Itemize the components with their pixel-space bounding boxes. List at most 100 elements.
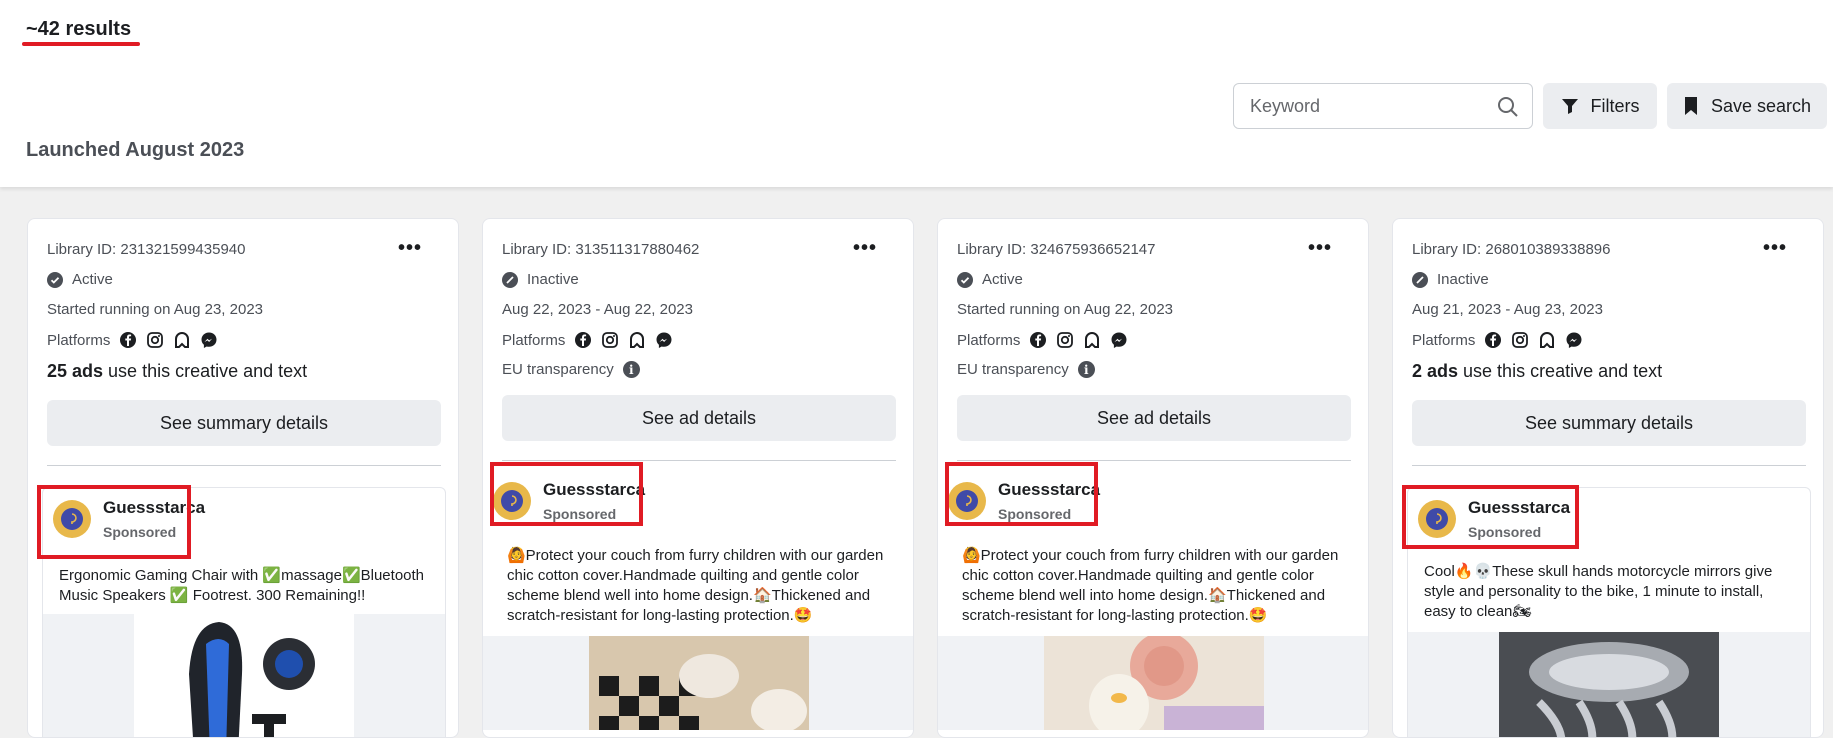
- motorcycle-mirror-image: [1499, 632, 1719, 737]
- library-id: Library ID: 324675936652147: [957, 241, 1156, 258]
- keyword-search-box[interactable]: [1233, 83, 1533, 129]
- eu-transparency-row: EU transparency i: [957, 361, 1095, 378]
- ad-card: Library ID: 231321599435940 ••• Active S…: [27, 218, 459, 738]
- messenger-icon: [1566, 332, 1582, 348]
- see-summary-details-button[interactable]: See summary details: [1412, 400, 1806, 446]
- check-icon: [957, 271, 973, 288]
- messenger-icon: [1111, 332, 1127, 348]
- eu-transparency-row: EU transparency i: [502, 361, 640, 378]
- highlight-box: [490, 462, 643, 526]
- more-icon[interactable]: •••: [398, 238, 422, 258]
- divider: [502, 460, 896, 461]
- header-bar: ~42 results Launched August 2023 Filters…: [0, 0, 1833, 187]
- instagram-icon: [1057, 332, 1074, 348]
- info-icon[interactable]: i: [622, 361, 640, 378]
- messenger-icon: [656, 332, 672, 348]
- uses-count: 25 ads: [47, 361, 104, 381]
- see-ad-details-button[interactable]: See ad details: [957, 395, 1351, 441]
- ad-media: [1408, 632, 1810, 737]
- bookmark-icon: [1684, 97, 1697, 115]
- save-search-button[interactable]: Save search: [1667, 83, 1827, 129]
- inactive-icon: [1412, 271, 1428, 288]
- highlight-box: [1402, 485, 1579, 549]
- filter-icon: [1561, 99, 1578, 114]
- platforms-row: Platforms: [957, 331, 1128, 349]
- facebook-icon: [575, 332, 592, 348]
- ad-body-text: Ergonomic Gaming Chair with ✅massage✅Blu…: [59, 567, 425, 604]
- run-dates: Aug 22, 2023 - Aug 22, 2023: [502, 301, 693, 318]
- more-icon[interactable]: •••: [1308, 238, 1332, 258]
- status-row: Inactive: [502, 271, 579, 288]
- keyword-input[interactable]: [1248, 84, 1488, 128]
- instagram-icon: [1512, 332, 1529, 348]
- platforms-label: Platforms: [957, 331, 1021, 349]
- see-summary-details-button[interactable]: See summary details: [47, 400, 441, 446]
- highlight-box: [945, 462, 1098, 526]
- status-text: Inactive: [1437, 271, 1489, 288]
- platforms-row: Platforms: [47, 331, 218, 349]
- more-icon[interactable]: •••: [1763, 238, 1787, 258]
- results-highlight-underline: [22, 42, 140, 46]
- uses-creative-text: 25 ads use this creative and text: [47, 361, 307, 382]
- run-dates: Started running on Aug 22, 2023: [957, 301, 1174, 318]
- ad-card: Library ID: 313511317880462 ••• Inactive…: [482, 218, 914, 738]
- facebook-icon: [120, 332, 137, 348]
- platforms-row: Platforms: [502, 331, 673, 349]
- platforms-label: Platforms: [47, 331, 111, 349]
- ad-media: [938, 636, 1368, 730]
- facebook-icon: [1485, 332, 1502, 348]
- filters-button[interactable]: Filters: [1543, 83, 1657, 129]
- ad-card: Library ID: 268010389338896 ••• Inactive…: [1392, 218, 1824, 738]
- divider: [957, 460, 1351, 461]
- divider: [47, 465, 441, 466]
- ad-body-text: Cool🔥💀These skull hands motorcycle mirro…: [1424, 563, 1773, 620]
- filters-label: Filters: [1590, 95, 1640, 116]
- messenger-icon: [201, 332, 217, 348]
- save-search-label: Save search: [1710, 95, 1812, 116]
- audience-network-icon: [175, 331, 190, 348]
- couch-cover-image: [1044, 636, 1264, 730]
- run-dates: Aug 21, 2023 - Aug 23, 2023: [1412, 301, 1603, 318]
- status-row: Active: [957, 271, 1023, 288]
- ad-body-text: 🙆Protect your couch from furry children …: [962, 547, 1339, 624]
- check-icon: [47, 271, 63, 288]
- uses-suffix: use this creative and text: [103, 361, 308, 381]
- status-text: Active: [982, 271, 1023, 288]
- run-dates: Started running on Aug 23, 2023: [47, 301, 264, 318]
- library-id: Library ID: 231321599435940: [47, 241, 246, 258]
- status-row: Inactive: [1412, 271, 1489, 288]
- ad-card: Library ID: 324675936652147 ••• Active S…: [937, 218, 1369, 738]
- uses-suffix: use this creative and text: [1458, 361, 1663, 381]
- status-text: Active: [72, 271, 113, 288]
- platforms-row: Platforms: [1412, 331, 1583, 349]
- library-id: Library ID: 268010389338896: [1412, 241, 1611, 258]
- audience-network-icon: [1085, 331, 1100, 348]
- uses-count: 2 ads: [1412, 361, 1459, 381]
- facebook-icon: [1030, 332, 1047, 348]
- highlight-box: [37, 485, 191, 559]
- audience-network-icon: [630, 331, 645, 348]
- audience-network-icon: [1540, 331, 1555, 348]
- uses-creative-text: 2 ads use this creative and text: [1412, 361, 1662, 382]
- search-icon[interactable]: [1496, 95, 1520, 119]
- eu-transparency-label: EU transparency: [502, 361, 614, 378]
- couch-cover-image: [589, 636, 809, 730]
- eu-transparency-label: EU transparency: [957, 361, 1069, 378]
- ad-media: [43, 614, 445, 737]
- results-count: ~42 results: [26, 18, 132, 40]
- see-ad-details-button[interactable]: See ad details: [502, 395, 896, 441]
- library-id: Library ID: 313511317880462: [502, 241, 700, 258]
- inactive-icon: [502, 271, 518, 288]
- ad-body-text: 🙆Protect your couch from furry children …: [507, 547, 884, 624]
- ad-media: [483, 636, 913, 730]
- launched-heading: Launched August 2023: [26, 139, 245, 161]
- status-row: Active: [47, 271, 113, 288]
- more-icon[interactable]: •••: [853, 238, 877, 258]
- gaming-chair-image: [134, 614, 354, 737]
- info-icon[interactable]: i: [1077, 361, 1095, 378]
- platforms-label: Platforms: [1412, 331, 1476, 349]
- divider: [1412, 465, 1806, 466]
- platforms-label: Platforms: [502, 331, 566, 349]
- instagram-icon: [147, 332, 164, 348]
- status-text: Inactive: [527, 271, 579, 288]
